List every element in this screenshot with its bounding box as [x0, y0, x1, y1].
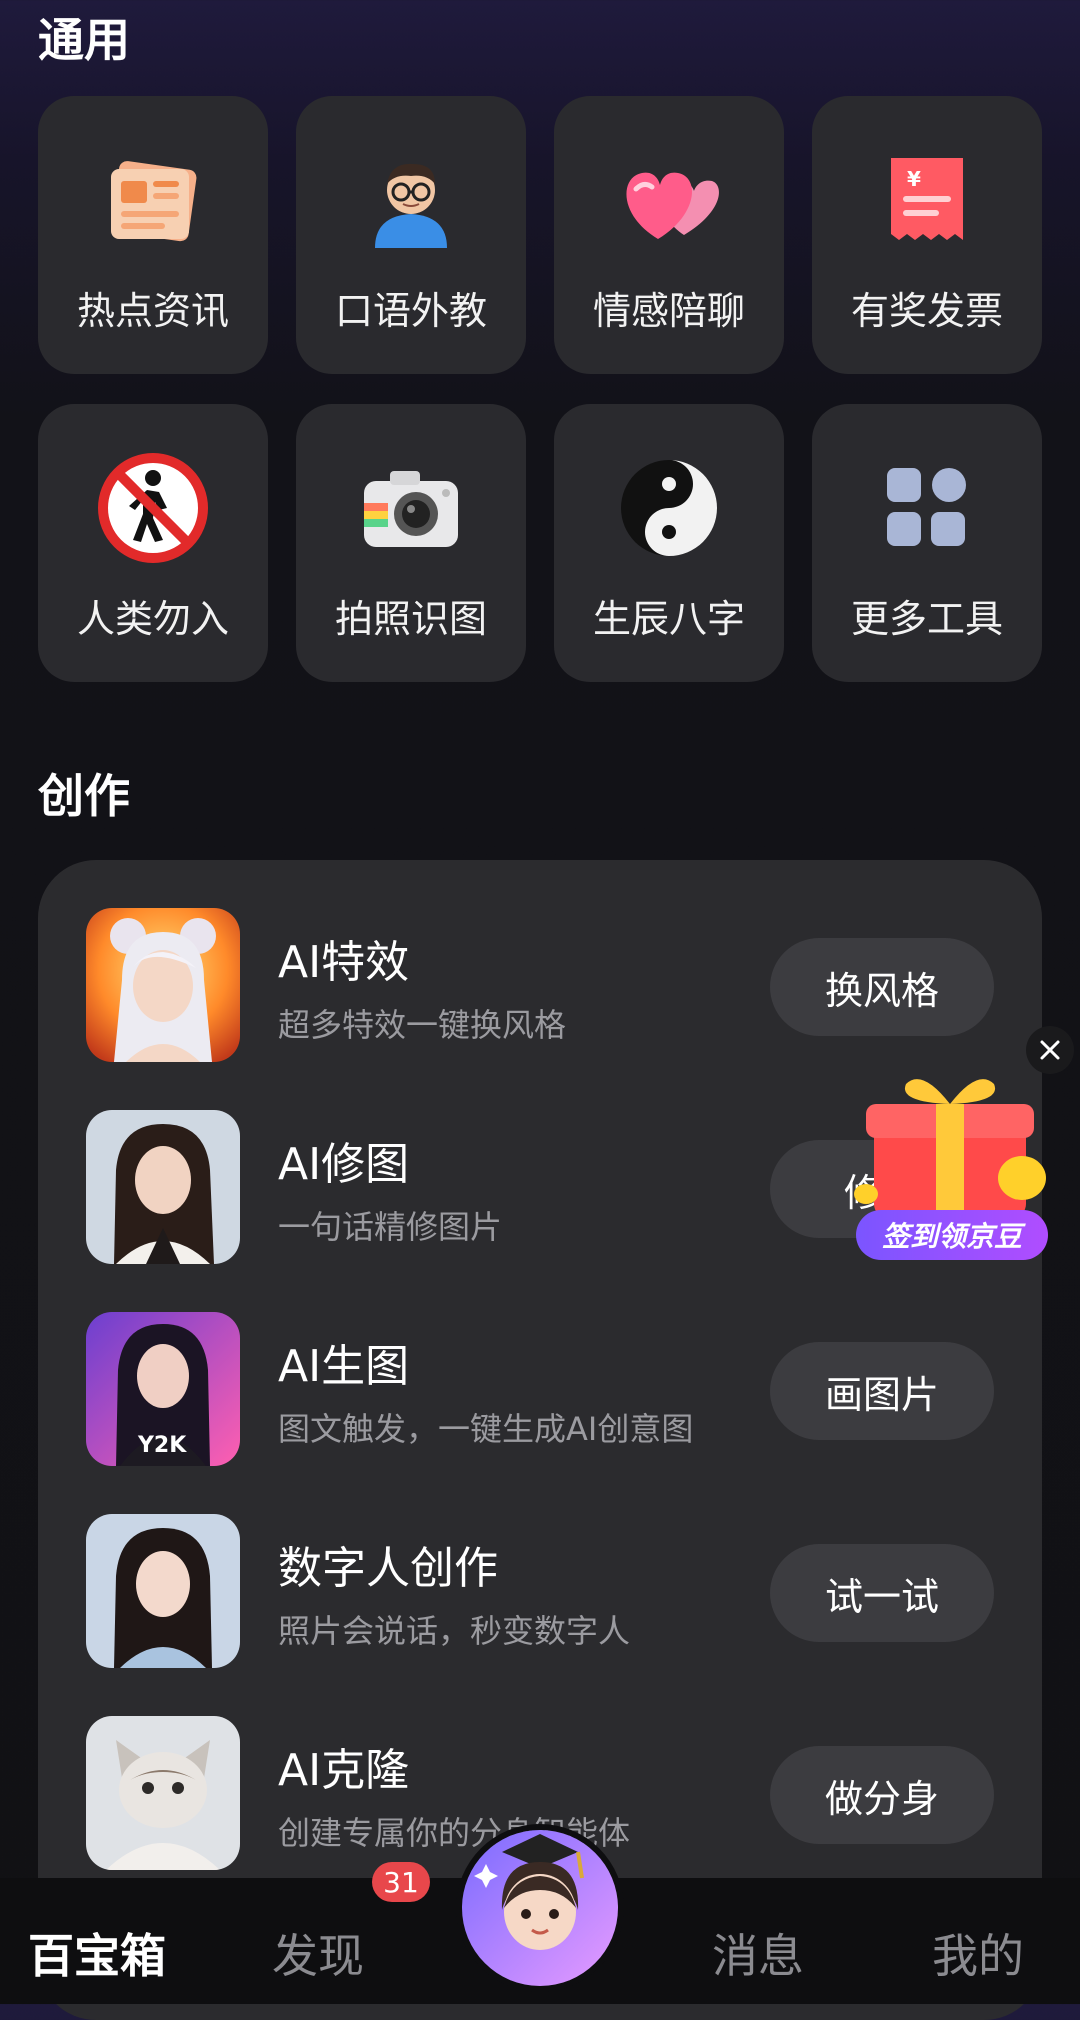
grid-apps-icon	[869, 456, 985, 560]
assistant-avatar-icon	[474, 1834, 584, 1950]
creation-title: 数字人创作	[278, 1543, 498, 1594]
yin-yang-icon	[611, 456, 727, 560]
tool-label: 更多工具	[850, 597, 1003, 641]
tool-label: 拍照识图	[334, 597, 487, 641]
center-assistant-button[interactable]	[462, 1830, 618, 1986]
gift-box-icon	[854, 1079, 1046, 1218]
tool-label: 有奖发票	[850, 289, 1003, 333]
promo-widget[interactable]: 签到领京豆	[852, 1068, 1052, 1264]
promo-label: 签到领京豆	[856, 1210, 1048, 1260]
tool-label: 热点资讯	[76, 289, 229, 333]
tool-invoice-reward[interactable]: ¥ 有奖发票	[812, 96, 1042, 374]
tool-label: 生辰八字	[592, 597, 745, 641]
newspaper-icon	[95, 148, 211, 252]
creation-desc: 图文触发，一键生成AI创意图	[278, 1410, 694, 1448]
section-title-create: 创作	[38, 769, 130, 823]
hearts-icon	[611, 148, 727, 252]
section-title-general: 通用	[38, 13, 130, 67]
ai-effects-thumbnail	[86, 908, 240, 1062]
nav-tab-toolbox[interactable]: 百宝箱	[28, 1920, 166, 1986]
creation-title: AI克隆	[278, 1745, 410, 1796]
creation-desc: 超多特效一键换风格	[278, 1006, 567, 1044]
tool-photo-recognition[interactable]: 拍照识图	[296, 404, 526, 682]
tool-hot-news[interactable]: 热点资讯	[38, 96, 268, 374]
tool-oral-teacher[interactable]: 口语外教	[296, 96, 526, 374]
creation-row-ai-effects[interactable]: AI特效 超多特效一键换风格 换风格	[38, 908, 1042, 1062]
tool-label: 情感陪聊	[592, 289, 745, 333]
no-pedestrian-icon	[95, 453, 211, 563]
creation-desc: 照片会说话，秒变数字人	[278, 1612, 631, 1650]
draw-image-button[interactable]: 画图片	[770, 1342, 994, 1440]
tool-more-tools[interactable]: 更多工具	[812, 404, 1042, 682]
nav-tab-me[interactable]: 我的	[932, 1920, 1024, 1986]
ai-clone-thumbnail	[86, 1716, 240, 1870]
tool-label: 口语外教	[334, 289, 487, 333]
creation-title: AI修图	[278, 1139, 410, 1190]
tool-humans-keep-out[interactable]: 人类勿入	[38, 404, 268, 682]
promo-close-button[interactable]	[1026, 1026, 1074, 1074]
creation-row-ai-generate[interactable]: Y2K AI生图 图文触发，一键生成AI创意图 画图片	[38, 1312, 1042, 1466]
creation-title: AI特效	[278, 937, 410, 988]
nav-tab-discover[interactable]: 发现	[272, 1920, 364, 1986]
ai-retouch-thumbnail	[86, 1110, 240, 1264]
tool-label: 人类勿入	[76, 597, 229, 641]
svg-text:Y2K: Y2K	[137, 1433, 187, 1458]
digital-human-thumbnail	[86, 1514, 240, 1668]
nav-tab-messages[interactable]: 消息	[712, 1920, 804, 1986]
try-it-button[interactable]: 试一试	[770, 1544, 994, 1642]
camera-icon	[353, 456, 469, 560]
tool-bazi[interactable]: 生辰八字	[554, 404, 784, 682]
close-icon	[1040, 1040, 1060, 1060]
discover-badge: 31	[372, 1862, 430, 1902]
teacher-avatar-icon	[353, 148, 469, 252]
svg-text:¥: ¥	[907, 167, 921, 191]
invoice-icon: ¥	[869, 148, 985, 252]
creation-row-digital-human[interactable]: 数字人创作 照片会说话，秒变数字人 试一试	[38, 1514, 1042, 1668]
make-clone-button[interactable]: 做分身	[770, 1746, 994, 1844]
change-style-button[interactable]: 换风格	[770, 938, 994, 1036]
creation-desc: 一句话精修图片	[278, 1208, 503, 1246]
creation-title: AI生图	[278, 1341, 410, 1392]
tool-emotional-chat[interactable]: 情感陪聊	[554, 96, 784, 374]
ai-generate-thumbnail: Y2K	[86, 1312, 240, 1466]
